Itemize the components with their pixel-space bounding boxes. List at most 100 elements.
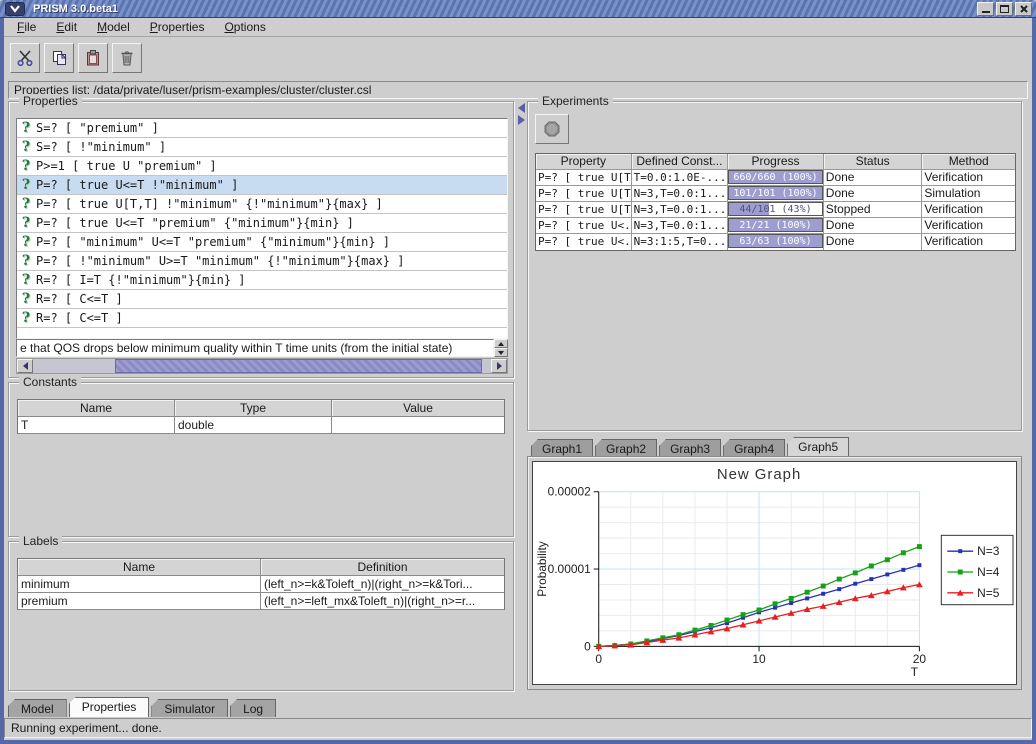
property-row[interactable]: ?R=? [ I=T {!"minimum"}{min} ] — [17, 271, 507, 290]
property-row[interactable]: ?S=? [ "premium" ] — [17, 119, 507, 138]
copy-button[interactable] — [44, 43, 74, 73]
tab-graph2[interactable]: Graph2 — [595, 439, 657, 456]
chart-panel[interactable]: 0102000.000010.00002New GraphProbability… — [532, 461, 1017, 685]
property-row[interactable]: ?R=? [ C<=T ] — [17, 309, 507, 328]
question-icon: ? — [21, 158, 31, 174]
question-icon: ? — [21, 253, 31, 269]
menu-options[interactable]: Options — [216, 18, 273, 36]
split-pane-divider[interactable] — [516, 101, 526, 691]
column-header[interactable]: Value — [332, 400, 504, 417]
menu-edit[interactable]: Edit — [48, 18, 85, 36]
properties-list-pathbar: Properties list: /data/private/luser/pri… — [8, 81, 1028, 99]
arrow-down-icon — [498, 351, 504, 355]
question-icon: ? — [21, 234, 31, 250]
column-header[interactable]: Defined Const... — [632, 154, 729, 170]
tab-simulator[interactable]: Simulator — [151, 699, 228, 717]
maximize-button[interactable] — [996, 2, 1013, 16]
svg-text:0.00001: 0.00001 — [548, 562, 592, 576]
property-row[interactable]: ?P=? [ true U<=T "premium" {"minimum"}{m… — [17, 214, 507, 233]
experiment-row[interactable]: P=? [ true U[T... N=3,T=0.0:1... 101/101… — [536, 186, 1015, 202]
progress-bar: 101/101 (100%) — [728, 186, 823, 200]
svg-text:N=4: N=4 — [977, 565, 1000, 579]
properties-list[interactable]: ?S=? [ "premium" ] ?S=? [ !"minimum" ] ?… — [16, 118, 508, 339]
question-icon: ? — [21, 291, 31, 307]
labels-group-title: Labels — [19, 534, 62, 548]
status-cell: Stopped — [824, 202, 923, 218]
menu-model[interactable]: Model — [89, 18, 138, 36]
trash-icon — [118, 49, 136, 67]
window-menu-icon[interactable] — [5, 2, 25, 16]
tab-graph4[interactable]: Graph4 — [723, 439, 785, 456]
close-button[interactable] — [1015, 2, 1032, 16]
toolbar — [4, 38, 1032, 78]
main-tab-bar: Model Properties Simulator Log — [8, 697, 276, 717]
paste-button[interactable] — [78, 43, 108, 73]
window-frame — [1032, 18, 1036, 744]
arrow-left-icon — [23, 362, 28, 370]
experiment-row[interactable]: P=? [ true U<... N=3:1:5,T=0... 63/63 (1… — [536, 234, 1015, 250]
method-cell: Verification — [922, 170, 1015, 186]
property-row[interactable]: ?P=? [ true U[T,T] !"minimum" {!"minimum… — [17, 195, 507, 214]
menu-file[interactable]: File — [9, 18, 44, 36]
svg-text:20: 20 — [913, 652, 927, 666]
method-cell: Verification — [922, 234, 1015, 250]
method-cell: Verification — [922, 218, 1015, 234]
arrow-right-icon — [497, 362, 502, 370]
property-comment-field[interactable]: e that QOS drops below minimum quality w… — [16, 339, 494, 357]
stop-experiment-button[interactable] — [535, 114, 569, 144]
tab-model[interactable]: Model — [8, 699, 67, 717]
minimize-icon — [982, 11, 990, 13]
property-row[interactable]: ?S=? [ !"minimum" ] — [17, 138, 507, 157]
tab-graph5[interactable]: Graph5 — [787, 437, 849, 456]
menubar: File Edit Model Properties Options — [1, 18, 1035, 37]
menu-properties[interactable]: Properties — [142, 18, 213, 36]
minimize-button[interactable] — [977, 2, 994, 16]
column-header[interactable]: Progress — [728, 154, 824, 170]
property-row[interactable]: ?R=? [ C<=T ] — [17, 290, 507, 309]
collapse-right-icon[interactable] — [518, 115, 525, 125]
constants-table: Name Type Value T double — [17, 399, 505, 434]
titlebar[interactable]: PRISM 3.0.beta1 — [0, 0, 1036, 18]
collapse-left-icon[interactable] — [518, 103, 525, 113]
spinner-down-button[interactable] — [494, 348, 508, 357]
column-header[interactable]: Type — [175, 400, 332, 417]
progress-bar: 660/660 (100%) — [728, 170, 823, 184]
spinner-up-button[interactable] — [494, 339, 508, 348]
column-header[interactable]: Status — [824, 154, 923, 170]
delete-button[interactable] — [112, 43, 142, 73]
tab-graph3[interactable]: Graph3 — [659, 439, 721, 456]
property-row[interactable]: ?P>=1 [ true U "premium" ] — [17, 157, 507, 176]
experiment-row[interactable]: P=? [ true U[T... T=0.0:1.0E-... 660/660… — [536, 170, 1015, 186]
property-row[interactable]: ?P=? [ !"minimum" U>=T "minimum" {!"mini… — [17, 252, 507, 271]
arrow-up-icon — [498, 342, 504, 346]
tab-log[interactable]: Log — [230, 699, 276, 717]
table-row[interactable]: minimum (left_n>=k&Toleft_n)|(right_n>=k… — [18, 576, 504, 593]
scrollbar-track[interactable] — [33, 359, 491, 373]
status-cell: Done — [824, 218, 923, 234]
cut-icon — [16, 49, 34, 67]
maximize-icon — [1000, 5, 1009, 13]
svg-text:Probability: Probability — [535, 541, 549, 597]
status-cell: Done — [824, 170, 923, 186]
experiment-row[interactable]: P=? [ true U<... N=3,T=0.0:1... 21/21 (1… — [536, 218, 1015, 234]
property-row-selected[interactable]: ?P=? [ true U<=T !"minimum" ] — [17, 176, 507, 195]
scroll-left-button[interactable] — [17, 359, 33, 373]
scrollbar-thumb[interactable] — [115, 359, 481, 373]
question-icon: ? — [21, 120, 31, 136]
column-header[interactable]: Method — [922, 154, 1015, 170]
properties-horizontal-scrollbar[interactable] — [16, 358, 508, 374]
experiment-row[interactable]: P=? [ true U[T... N=3,T=0.0:1... 44/101 … — [536, 202, 1015, 218]
property-row[interactable]: ?P=? [ "minimum" U<=T "premium" {"minimu… — [17, 233, 507, 252]
scroll-right-button[interactable] — [491, 359, 507, 373]
column-header[interactable]: Definition — [261, 559, 504, 576]
column-header[interactable]: Name — [18, 559, 261, 576]
column-header[interactable]: Name — [18, 400, 175, 417]
tab-properties[interactable]: Properties — [69, 697, 150, 717]
question-icon: ? — [21, 177, 31, 193]
tab-graph1[interactable]: Graph1 — [531, 439, 593, 456]
table-row[interactable]: T double — [18, 417, 504, 434]
table-row[interactable]: premium (left_n>=left_mx&Toleft_n)|(righ… — [18, 593, 504, 610]
cut-button[interactable] — [10, 43, 40, 73]
window-frame — [0, 18, 4, 744]
column-header[interactable]: Property — [536, 154, 632, 170]
